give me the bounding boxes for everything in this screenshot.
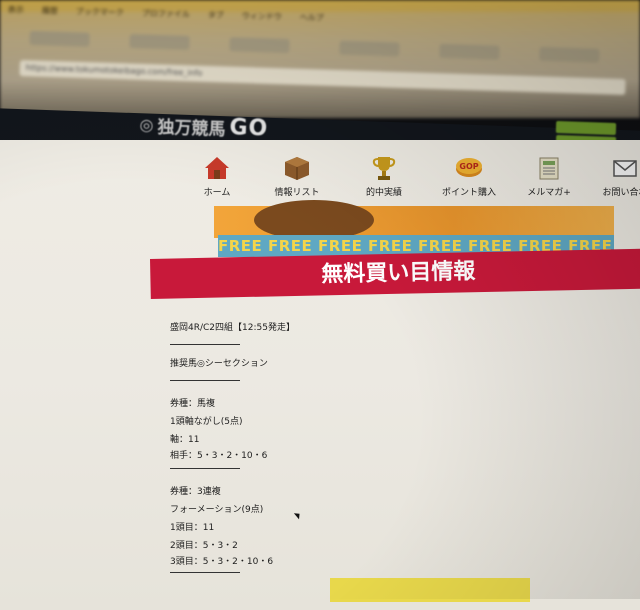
nav-label: 的中実績 xyxy=(365,188,402,198)
separator xyxy=(170,344,240,345)
nav-item-info-list[interactable]: 情報リスト xyxy=(254,148,340,208)
bet-first: 1頭目：11 xyxy=(170,523,215,533)
bottom-banner[interactable] xyxy=(330,578,530,602)
svg-text:GOP: GOP xyxy=(459,162,478,171)
separator xyxy=(170,380,240,381)
nav-item-newsletter[interactable]: メルマガ+ xyxy=(506,148,592,208)
site-logo[interactable]: ◎ 独万競馬 GO xyxy=(139,112,269,142)
nav-label: 情報リスト xyxy=(274,188,320,198)
menu-item-profile[interactable]: プロファイル xyxy=(142,8,190,23)
nav-label: メルマガ+ xyxy=(527,188,571,198)
toolbar-button[interactable] xyxy=(129,34,190,50)
banner-image xyxy=(214,200,614,240)
newsletter-icon xyxy=(539,157,559,180)
gop-coin-icon: GOP xyxy=(456,158,482,177)
nav-label: ホーム xyxy=(203,188,231,198)
separator xyxy=(170,468,240,469)
menu-item-view[interactable]: 表示 xyxy=(8,4,24,18)
bet-axis: 軸：11 xyxy=(170,435,200,445)
logo-go: GO xyxy=(229,115,269,142)
nav-item-buy-points[interactable]: GOP ポイント購入 xyxy=(426,148,512,208)
nav-item-home[interactable]: ホーム xyxy=(174,148,260,208)
menu-item-tab[interactable]: タブ xyxy=(208,9,224,23)
menu-item-history[interactable]: 履歴 xyxy=(42,5,58,19)
toolbar-button[interactable] xyxy=(439,43,500,60)
browser-chrome: 表示 履歴 ブックマーク プロファイル タブ ウィンドウ ヘルプ https:/… xyxy=(0,0,640,118)
bet-type: 券種：3連複 xyxy=(170,487,221,497)
nav-label: ポイント購入 xyxy=(441,188,496,198)
house-icon xyxy=(205,157,229,179)
logo-text: 独万競馬 xyxy=(157,117,226,140)
race-info: 盛岡4R/C2四組【12:55発走】 xyxy=(170,323,295,333)
trophy-icon xyxy=(372,157,396,180)
logo-mark-icon: ◎ xyxy=(139,114,154,135)
nav-item-contact[interactable]: お問い合わ xyxy=(582,148,640,208)
nav-item-results[interactable]: 的中実績 xyxy=(341,148,427,208)
menu-item-window[interactable]: ウィンドウ xyxy=(242,10,282,25)
box-icon xyxy=(285,157,309,180)
banner-character xyxy=(254,200,374,240)
menu-item-bookmarks[interactable]: ブックマーク xyxy=(76,6,124,21)
bet-method: フォーメーション(9点) xyxy=(170,505,264,515)
mail-icon xyxy=(613,160,637,177)
toolbar-button[interactable] xyxy=(229,37,290,54)
main-nav: ホーム 情報リスト 的中実績 GOP ポイント購入 メルマガ+ お問い合 xyxy=(0,148,640,208)
bet-method: 1頭軸ながし(5点) xyxy=(170,417,243,427)
nav-label: お問い合わ xyxy=(602,188,640,198)
header-green-button[interactable] xyxy=(555,120,617,136)
bet-second: 2頭目：5・3・2 xyxy=(170,541,238,551)
recommended-horse: 推奨馬◎シーセクション xyxy=(170,359,268,369)
toolbar-button[interactable] xyxy=(339,40,400,57)
bet-partners: 相手：5・3・2・10・6 xyxy=(170,451,268,461)
bet-third: 3頭目：5・3・2・10・6 xyxy=(170,557,274,567)
toolbar-button[interactable] xyxy=(539,46,600,63)
toolbar-button[interactable] xyxy=(29,30,90,47)
menu-item-help[interactable]: ヘルプ xyxy=(300,12,324,27)
bet-type: 券種：馬複 xyxy=(170,399,216,409)
separator xyxy=(170,572,240,573)
